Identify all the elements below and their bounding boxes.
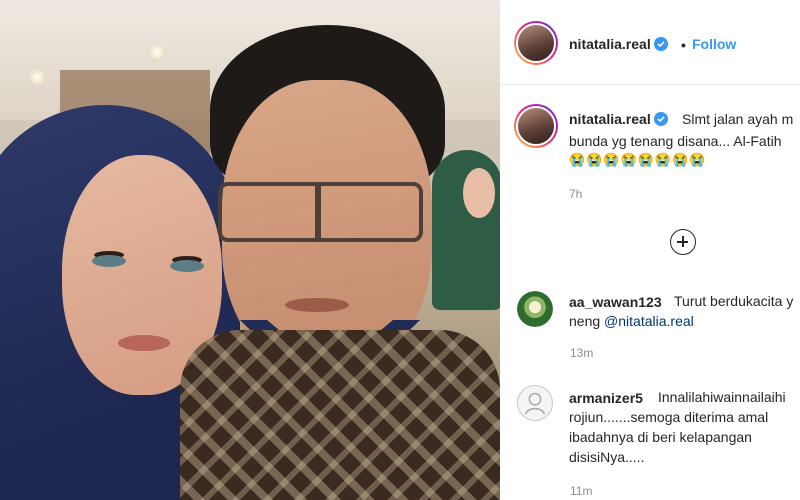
caption-emoji: 😭😭😭😭😭😭😭😭: [569, 152, 707, 167]
caption-text-line2: bunda yg tenang disana... Al-Fatih: [569, 133, 782, 149]
author-avatar[interactable]: [514, 21, 558, 65]
comment-text-line2: neng @nitatalia.real: [569, 311, 694, 331]
comment-text: Innalilahiwainnailaihi: [658, 389, 786, 405]
verified-badge-icon: [653, 112, 668, 126]
background-person-face: [463, 168, 495, 218]
caption-timestamp[interactable]: 7h: [569, 187, 582, 201]
man-mouth: [285, 298, 349, 312]
default-avatar-icon[interactable]: [517, 385, 553, 421]
ceiling-light: [30, 70, 44, 84]
woman-lips: [118, 335, 170, 351]
comment-timestamp[interactable]: 13m: [570, 346, 593, 360]
author-username[interactable]: nitatalia.real: [569, 36, 651, 52]
header-separator: •: [681, 37, 686, 53]
woman-eye: [92, 255, 126, 267]
post-photo: [0, 0, 500, 500]
mention-link[interactable]: @nitatalia.real: [604, 313, 694, 329]
comment-text-prefix: neng: [569, 313, 601, 329]
man-glasses-bridge: [315, 182, 321, 242]
comment-timestamp[interactable]: 11m: [570, 484, 592, 498]
commenter-avatar[interactable]: [517, 291, 553, 327]
caption-username[interactable]: nitatalia.real: [569, 111, 651, 127]
comment-text-line2: rojiun.......semoga diterima amal: [569, 409, 769, 425]
comment-text-line3: ibadahnya di beri kelapangan: [569, 429, 752, 445]
ceiling-light: [150, 45, 164, 59]
caption-text: Slmt jalan ayah m: [682, 111, 794, 127]
follow-button[interactable]: Follow: [692, 36, 736, 52]
woman-eye: [170, 260, 204, 272]
verified-badge-icon: [653, 37, 668, 51]
plus-circle-icon[interactable]: [670, 229, 696, 255]
comment-text: Turut berdukacita y: [674, 293, 794, 309]
caption-author-avatar[interactable]: [514, 104, 558, 148]
comment-username[interactable]: aa_wawan123: [569, 294, 662, 310]
comment-text-line4: disisiNya.....: [569, 449, 645, 465]
man-batik-shirt: [180, 330, 500, 500]
header-author[interactable]: nitatalia.real: [569, 36, 668, 52]
header-divider: [500, 84, 800, 85]
caption-author[interactable]: nitatalia.real: [569, 111, 668, 127]
comment-username[interactable]: armanizer5: [569, 390, 643, 406]
